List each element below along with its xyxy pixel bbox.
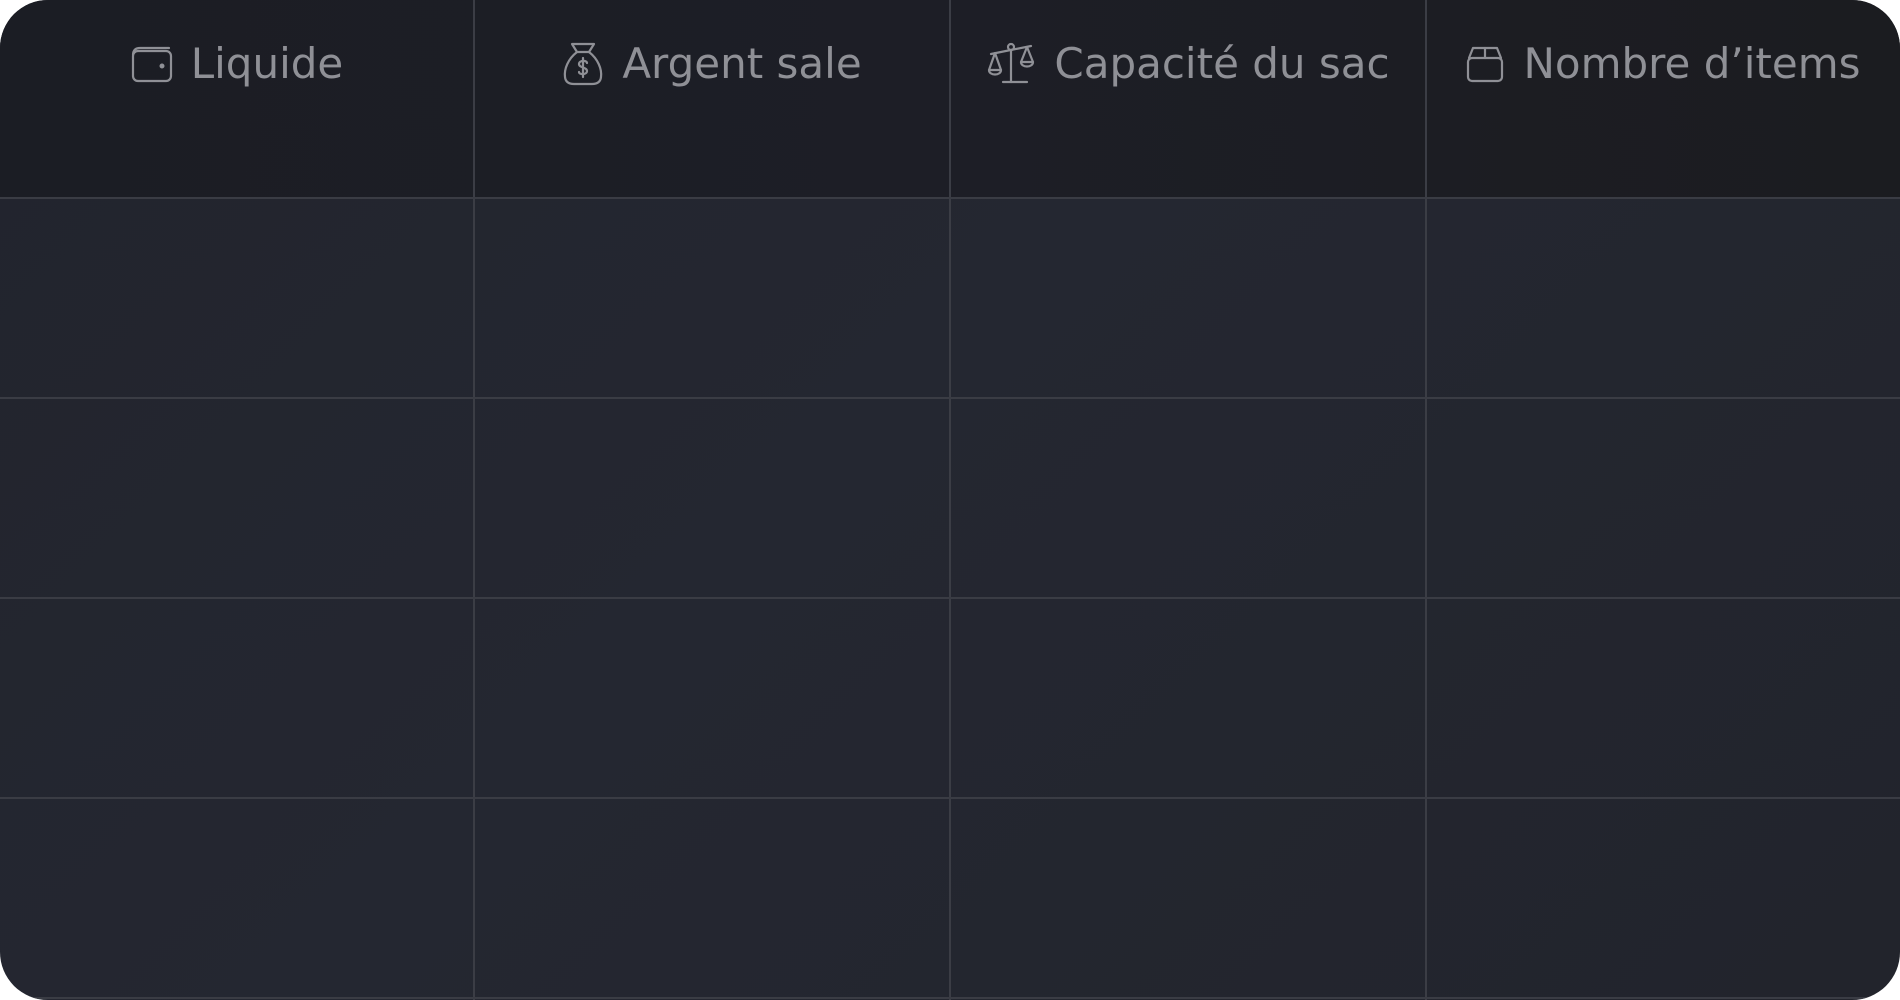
table-cell	[950, 399, 1426, 598]
row-divider	[0, 197, 1900, 199]
table-cell	[474, 599, 950, 798]
row-divider	[0, 397, 1900, 399]
column-header-argent-sale: Argent sale	[474, 0, 950, 198]
row-divider	[0, 797, 1900, 799]
column-label-nombre-items: Nombre d’items	[1523, 39, 1861, 88]
table-cell	[950, 199, 1426, 398]
column-label-argent-sale: Argent sale	[622, 39, 862, 88]
table-cell	[950, 799, 1426, 998]
column-header-liquide: Liquide	[0, 0, 474, 198]
table-cell	[1426, 199, 1900, 398]
column-label-liquide: Liquide	[190, 39, 344, 88]
table-cell	[0, 799, 474, 998]
row-divider	[0, 597, 1900, 599]
column-divider	[473, 0, 475, 1000]
table-cell	[950, 599, 1426, 798]
column-label-capacite-du-sac: Capacité du sac	[1054, 39, 1390, 88]
column-header-capacite-du-sac: Capacité du sac	[950, 0, 1426, 198]
table-cell	[474, 399, 950, 598]
row-divider	[0, 997, 1900, 999]
table-cell	[474, 799, 950, 998]
table-cell	[0, 599, 474, 798]
table-cell	[1426, 599, 1900, 798]
scale-icon	[986, 42, 1036, 86]
inventory-stats-table: Liquide Argent sale Capacité du sac Nomb…	[0, 0, 1900, 1000]
box-icon	[1465, 44, 1505, 84]
column-header-nombre-items: Nombre d’items	[1426, 0, 1900, 198]
table-cell	[0, 199, 474, 398]
column-divider	[1425, 0, 1427, 1000]
column-divider	[949, 0, 951, 1000]
table-cell	[0, 399, 474, 598]
money-bag-icon	[562, 41, 604, 87]
table-cell	[1426, 399, 1900, 598]
table-cell	[1426, 799, 1900, 998]
table-cell	[474, 199, 950, 398]
wallet-icon	[131, 45, 173, 83]
